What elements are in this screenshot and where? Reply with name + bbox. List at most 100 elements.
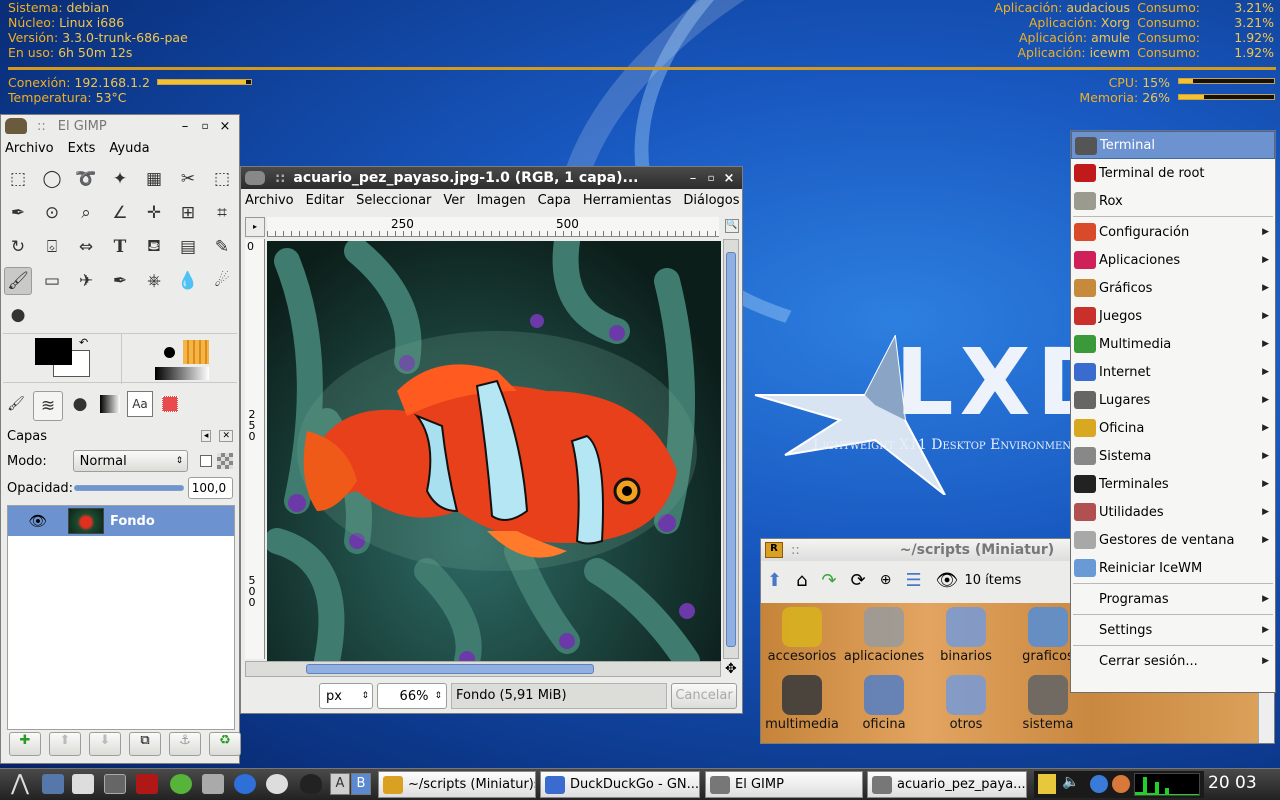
refresh-icon[interactable]: ⟳ [851,570,866,591]
select-by-color-tool-icon[interactable]: ▦ [140,165,168,193]
tab-gradients[interactable] [97,391,123,417]
tux-icon[interactable] [300,774,322,794]
flip-tool-icon[interactable]: ⇔ [72,233,100,261]
minimize-button[interactable]: – [684,171,702,186]
image-canvas[interactable] [267,241,721,661]
menu-item-juegos[interactable]: Juegos ▶ [1071,302,1275,330]
pattern-preview[interactable] [183,340,209,364]
zoom-tool-icon[interactable]: ⌕ [72,199,100,227]
ruler-corner[interactable]: ▸ [245,217,265,237]
home-icon[interactable]: ⌂ [796,570,807,591]
menu-item-oficina[interactable]: Oficina ▶ [1071,414,1275,442]
ellipse-select-tool-icon[interactable]: ◯ [38,165,66,193]
navigate-icon[interactable]: ✥ [725,661,737,677]
perspective-tool-icon[interactable]: ⌺ [38,233,66,261]
menu-exts[interactable]: Exts [68,141,96,156]
eraser-tool-icon[interactable]: ▭ [38,267,66,295]
task-button[interactable]: El GIMP [705,771,863,798]
opacity-spin[interactable]: 100,0 [187,477,233,499]
menu-item-programas[interactable]: Programas ▶ [1071,585,1275,613]
close-button[interactable]: × [720,171,738,186]
menu-item[interactable]: Capa [538,193,571,208]
menu-item-terminales[interactable]: Terminales ▶ [1071,470,1275,498]
menu-item-gestores-de-ventana[interactable]: Gestores de ventana ▶ [1071,526,1275,554]
menu-item-terminal-de-root[interactable]: Terminal de root [1071,159,1275,187]
dodge-tool-icon[interactable]: ☄ [208,267,236,295]
free-select-tool-icon[interactable]: ➰ [72,165,100,193]
workspace-b[interactable]: B [351,773,371,795]
close-button[interactable]: × [215,119,235,134]
tab-patterns[interactable] [157,391,183,417]
amule-icon[interactable] [1112,775,1130,793]
menu-item-reiniciar-icewm[interactable]: Reiniciar IceWM [1071,554,1275,582]
delete-layer-button[interactable]: ♻ [209,732,241,756]
menu-item-settings[interactable]: Settings ▶ [1071,616,1275,644]
minimize-button[interactable]: – [175,119,195,134]
menu-item-internet[interactable]: Internet ▶ [1071,358,1275,386]
menu-item-gráficos[interactable]: Gráficos ▶ [1071,274,1275,302]
menu-item-cerrar-sesión[interactable]: Cerrar sesión... ▶ [1071,647,1275,675]
crop-tool-icon[interactable]: ⌗ [208,199,236,227]
menu-item[interactable]: Seleccionar [356,193,431,208]
vertical-scrollbar[interactable] [723,239,739,659]
toolbox-titlebar[interactable]: :: El GIMP – ▫ × [1,115,239,137]
fuzzy-select-tool-icon[interactable]: ✦ [106,165,134,193]
blur-tool-icon[interactable]: ● [4,301,32,329]
window-list-icon[interactable] [72,774,94,794]
show-desktop-icon[interactable] [42,774,64,794]
mode-select[interactable]: Normal ⇕ [72,450,189,472]
notes-icon[interactable] [1038,774,1056,794]
layer-row[interactable]: 👁 Fondo [8,506,234,536]
menu-item[interactable]: Imagen [477,193,526,208]
zoom-corner-icon[interactable]: 🔍 [725,219,739,233]
rect-select-tool-icon[interactable]: ⬚ [4,165,32,193]
menu-item[interactable]: Editar [306,193,345,208]
align-tool-icon[interactable]: ⊞ [174,199,202,227]
unit-select[interactable]: px ⇕ [319,683,373,709]
cancel-button[interactable]: Cancelar [671,683,737,709]
text-tool-icon[interactable]: T [106,233,134,261]
menu-item-terminal[interactable]: Terminal [1071,131,1275,159]
blend-tool-icon[interactable]: ▤ [174,233,202,261]
clock[interactable]: 20 03 [1208,773,1257,793]
gradient-preview[interactable] [155,367,209,380]
skull-icon[interactable] [266,774,288,794]
scissors-select-tool-icon[interactable]: ✂ [174,165,202,193]
menu-item-multimedia[interactable]: Multimedia ▶ [1071,330,1275,358]
maximize-button[interactable]: ▫ [702,173,720,184]
forward-icon[interactable]: ↷ [822,570,837,591]
task-button[interactable]: ~/scripts (Miniatur)s [378,771,536,798]
brush-preview[interactable] [155,340,183,364]
bucket-fill-tool-icon[interactable]: ⛾ [140,233,168,261]
opacity-slider[interactable] [73,485,184,491]
tab-brushes[interactable]: ● [67,391,93,417]
panel-menu-icon[interactable]: ◂ [200,430,212,442]
up-arrow-icon[interactable]: ⬆ [767,570,782,591]
menu-item[interactable]: Archivo [245,193,294,208]
menu-ayuda[interactable]: Ayuda [109,141,149,156]
start-button[interactable]: ⋀ [2,771,38,799]
menu-item-aplicaciones[interactable]: Aplicaciones ▶ [1071,246,1275,274]
terminal-icon[interactable] [104,774,126,794]
file-icon-item[interactable]: otros [925,671,1007,739]
duplicate-layer-button[interactable]: ⧉ [129,732,161,756]
eye-icon[interactable]: 👁 [8,512,68,530]
swap-colors-icon[interactable]: ↶ [79,336,88,349]
move-tool-icon[interactable]: ✛ [140,199,168,227]
pencil-tool-icon[interactable]: ✎ [208,233,236,261]
tab-tool-options[interactable]: 🖌 [3,391,29,417]
file-icon-item[interactable]: binarios [925,603,1007,671]
file-icon-item[interactable]: aplicaciones [843,603,925,671]
menu-item[interactable]: Herramientas [583,193,672,208]
menu-item-sistema[interactable]: Sistema ▶ [1071,442,1275,470]
airbrush-tool-icon[interactable]: ✈ [72,267,100,295]
tab-fonts[interactable]: Aa [127,391,153,417]
volume-icon[interactable]: 🔈 [1062,774,1079,790]
menu-item-configuración[interactable]: Configuración ▶ [1071,218,1275,246]
menu-item-rox[interactable]: Rox [1071,187,1275,215]
file-icon-item[interactable]: oficina [843,671,925,739]
paintbrush-tool-icon[interactable]: 🖌 [4,267,32,295]
leaf-icon[interactable] [170,774,192,794]
file-icon-item[interactable]: accesorios [761,603,843,671]
lock-alpha-checkbox[interactable] [200,455,213,467]
